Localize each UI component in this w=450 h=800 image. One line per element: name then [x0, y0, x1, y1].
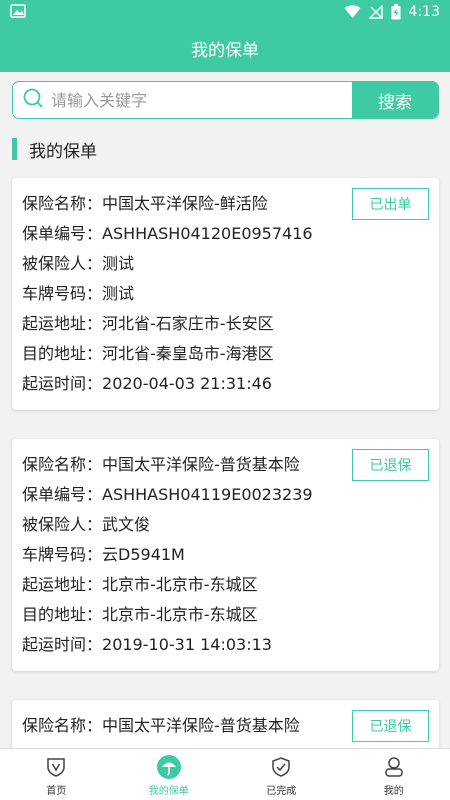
origin-row: 起运地址：河北省-石家庄市-长安区 [22, 309, 429, 339]
search-field[interactable] [13, 82, 352, 118]
search-button[interactable]: 搜索 [352, 82, 438, 118]
umbrella-icon [156, 754, 182, 780]
policy-number-label: 保单编号： [22, 224, 103, 243]
departure-time-label: 起运时间： [22, 374, 103, 393]
policy-card[interactable]: 保险名称：中国太平洋保险-普货基本险 保单编号：ASHHASH04119E002… [12, 439, 439, 671]
shield-check-icon [268, 754, 294, 780]
plate-number: 测试 [102, 284, 135, 303]
policy-status-button[interactable]: 已退保 [352, 710, 429, 742]
wifi-icon [344, 5, 361, 19]
destination-row: 目的地址：北京市-北京市-东城区 [22, 600, 429, 630]
nav-completed[interactable]: 已完成 [225, 749, 338, 800]
insured-row: 被保险人：测试 [22, 249, 429, 279]
bottom-nav: 首页 我的保单 已完成 我的 [0, 748, 450, 800]
policy-number: ASHHASH04119E0023239 [102, 485, 313, 504]
insured-name: 测试 [102, 254, 135, 273]
policy-name-label: 保险名称： [22, 194, 103, 213]
origin-label: 起运地址： [22, 575, 103, 594]
search-bar: 搜索 [12, 81, 439, 119]
nav-completed-label: 已完成 [266, 786, 297, 797]
nav-home-label: 首页 [46, 786, 67, 797]
policy-number-row: 保单编号：ASHHASH04120E0957416 [22, 219, 429, 249]
search-icon [23, 88, 43, 112]
insured-label: 被保险人： [22, 515, 103, 534]
policy-name-label: 保险名称： [22, 455, 103, 474]
insured-label: 被保险人： [22, 254, 103, 273]
nav-my-policies-label: 我的保单 [148, 786, 189, 797]
destination-row: 目的地址：河北省-秦皇岛市-海港区 [22, 339, 429, 369]
no-signal-icon [368, 5, 383, 19]
destination-address: 河北省-秦皇岛市-海港区 [102, 344, 274, 363]
section-accent-bar [12, 138, 17, 160]
departure-time-row: 起运时间：2020-04-03 21:31:46 [22, 369, 429, 399]
origin-address: 北京市-北京市-东城区 [102, 575, 258, 594]
policy-number: ASHHASH04120E0957416 [102, 224, 313, 243]
user-icon [381, 754, 407, 780]
plate-number: 云D5941M [102, 545, 185, 564]
departure-time: 2020-04-03 21:31:46 [102, 374, 272, 393]
clock-time: 4:13 [408, 4, 440, 20]
departure-time-row: 起运时间：2019-10-31 14:03:13 [22, 630, 429, 660]
nav-profile[interactable]: 我的 [338, 749, 450, 800]
search-input[interactable] [51, 90, 331, 110]
destination-label: 目的地址： [22, 605, 103, 624]
policy-name: 中国太平洋保险-普货基本险 [102, 716, 300, 735]
insured-row: 被保险人：武文俊 [22, 510, 429, 540]
policy-card[interactable]: 保险名称：中国太平洋保险-鲜活险 保单编号：ASHHASH04120E09574… [12, 178, 439, 410]
image-notification-icon [10, 3, 26, 22]
policy-number-row: 保单编号：ASHHASH04119E0023239 [22, 480, 429, 510]
section-title: 我的保单 [29, 141, 97, 162]
origin-address: 河北省-石家庄市-长安区 [102, 314, 274, 333]
nav-my-policies[interactable]: 我的保单 [113, 749, 226, 800]
departure-time: 2019-10-31 14:03:13 [102, 635, 272, 654]
origin-row: 起运地址：北京市-北京市-东城区 [22, 570, 429, 600]
plate-label: 车牌号码： [22, 545, 103, 564]
departure-time-label: 起运时间： [22, 635, 103, 654]
battery-charging-icon [391, 4, 401, 20]
insured-name: 武文俊 [102, 515, 151, 534]
nav-home[interactable]: 首页 [0, 749, 113, 800]
status-bar: 4:13 [0, 0, 450, 24]
section-heading: 我的保单 [12, 137, 97, 162]
shield-v-icon [43, 754, 69, 780]
policy-status-button[interactable]: 已退保 [352, 449, 429, 481]
plate-row: 车牌号码：云D5941M [22, 540, 429, 570]
policy-name-label: 保险名称： [22, 716, 103, 735]
origin-label: 起运地址： [22, 314, 103, 333]
policy-status-button[interactable]: 已出单 [352, 188, 429, 220]
policy-number-label: 保单编号： [22, 485, 103, 504]
title-bar: 我的保单 [0, 24, 450, 72]
destination-address: 北京市-北京市-东城区 [102, 605, 258, 624]
destination-label: 目的地址： [22, 344, 103, 363]
policy-name: 中国太平洋保险-鲜活险 [102, 194, 268, 213]
page-title: 我的保单 [191, 40, 259, 61]
nav-profile-label: 我的 [383, 786, 404, 797]
plate-row: 车牌号码：测试 [22, 279, 429, 309]
policy-name: 中国太平洋保险-普货基本险 [102, 455, 300, 474]
plate-label: 车牌号码： [22, 284, 103, 303]
